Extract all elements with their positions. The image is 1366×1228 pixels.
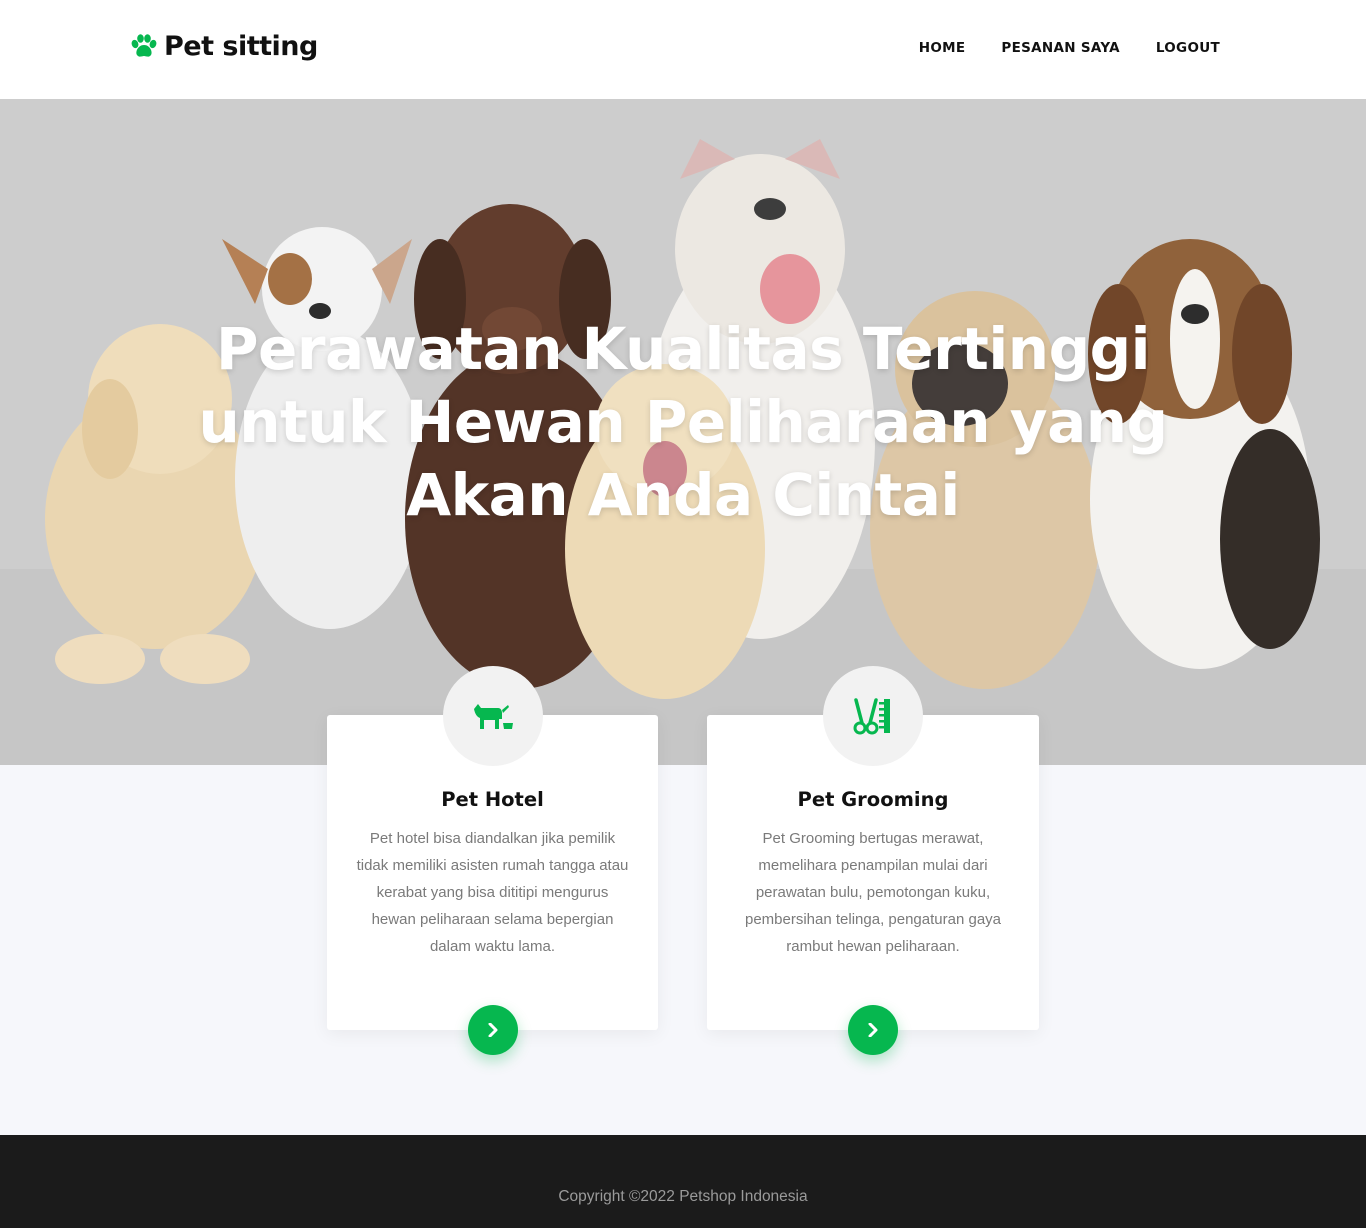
nav-home-link[interactable]: HOME xyxy=(919,40,966,56)
scissors-comb-icon xyxy=(853,698,890,735)
chevron-right-icon xyxy=(488,1023,497,1037)
service-description: Pet hotel bisa diandalkan jika pemilik t… xyxy=(356,830,629,955)
main-nav: HOME PESANAN SAYA LOGOUT xyxy=(919,40,1220,56)
hero-title: Perawatan Kualitas Tertinggi untuk Hewan… xyxy=(198,315,1168,529)
service-title: Pet Hotel xyxy=(441,788,544,811)
paw-icon xyxy=(131,33,157,57)
nav-pesanan-saya-link[interactable]: PESANAN SAYA xyxy=(1001,40,1119,56)
nav-logout-link[interactable]: LOGOUT xyxy=(1156,40,1220,56)
dog-bowl-icon xyxy=(473,704,513,729)
site-footer: Copyright ©2022 Petshop Indonesia xyxy=(0,1135,1366,1228)
pet-grooming-go-button[interactable] xyxy=(848,1005,898,1055)
site-header: Pet sitting HOME PESANAN SAYA LOGOUT xyxy=(0,0,1366,99)
service-card-pet-grooming: Pet Grooming Pet Grooming bertugas meraw… xyxy=(707,666,1039,1055)
service-description: Pet Grooming bertugas merawat, memelihar… xyxy=(744,830,1002,955)
brand-logo[interactable]: Pet sitting xyxy=(128,31,318,62)
service-icon-circle xyxy=(442,666,543,766)
copyright-text: Copyright ©2022 Petshop Indonesia xyxy=(558,1188,808,1205)
service-title: Pet Grooming xyxy=(797,788,949,811)
chevron-right-icon xyxy=(868,1023,878,1037)
pet-hotel-go-button[interactable] xyxy=(467,1005,518,1055)
hero-banner: Perawatan Kualitas Tertinggi untuk Hewan… xyxy=(0,99,1366,765)
service-card-pet-hotel: Pet Hotel Pet hotel bisa diandalkan jika… xyxy=(327,666,658,1055)
brand-name: Pet sitting xyxy=(164,31,318,62)
service-icon-circle xyxy=(823,666,923,766)
